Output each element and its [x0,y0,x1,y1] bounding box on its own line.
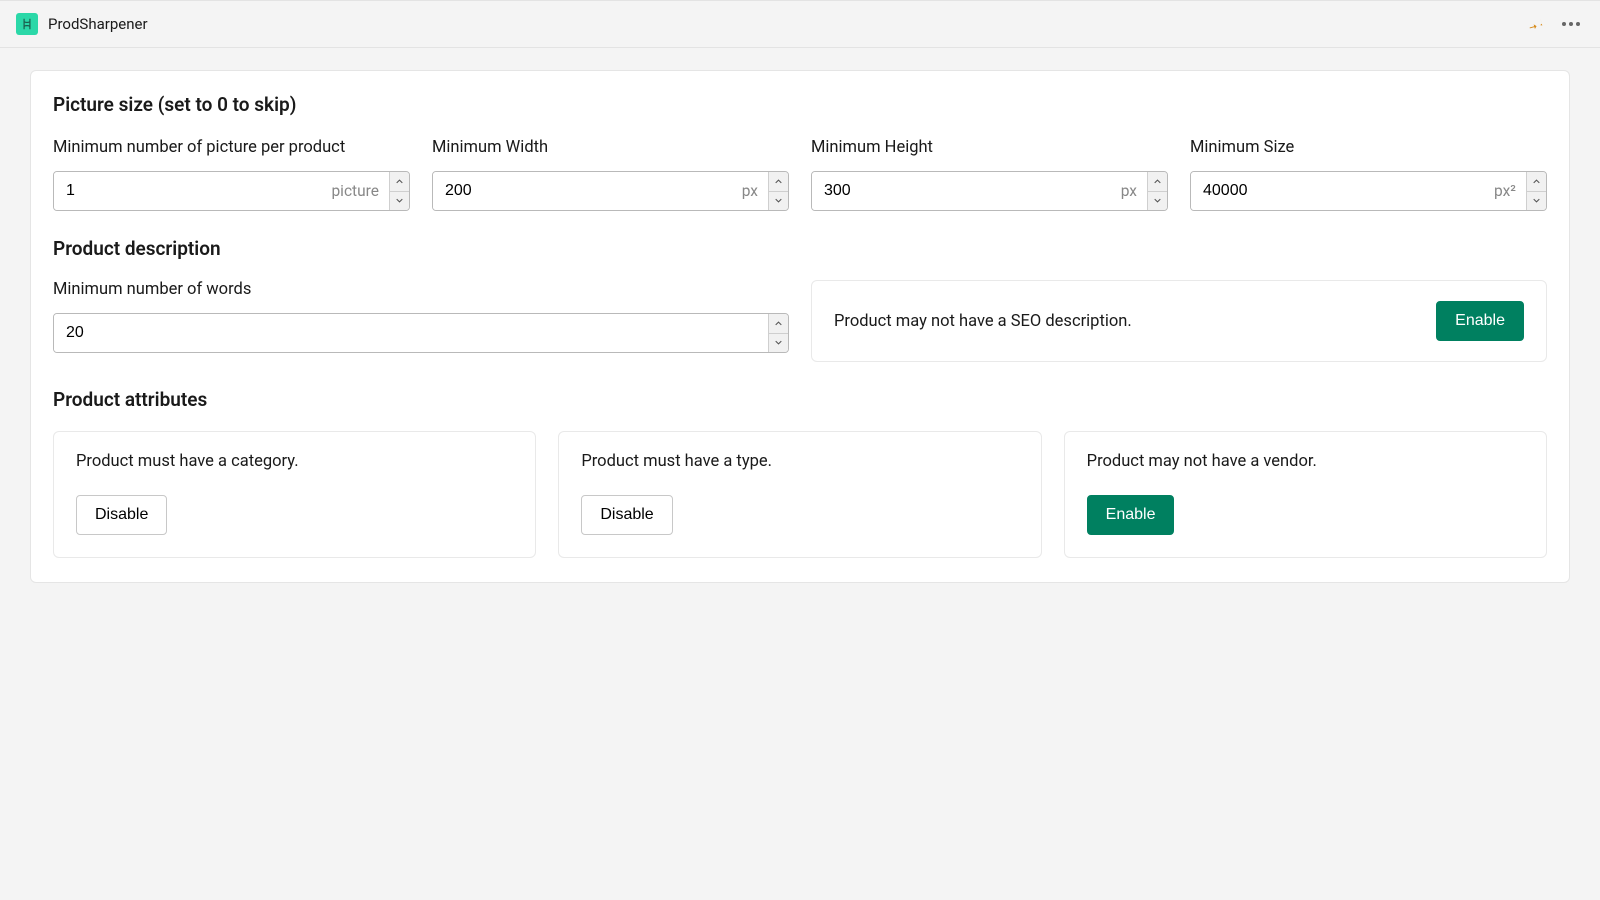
stepper-down-icon[interactable] [769,334,788,353]
min-height-label: Minimum Height [811,138,1168,157]
picture-section-title: Picture size (set to 0 to skip) [53,93,1547,116]
seo-description-card: Product may not have a SEO description. … [811,280,1547,362]
stepper-up-icon[interactable] [1148,172,1167,192]
stepper-up-icon[interactable] [390,172,409,192]
stepper-down-icon[interactable] [1148,192,1167,211]
min-words-input[interactable] [54,314,768,352]
min-pictures-label: Minimum number of picture per product [53,138,410,157]
attribute-text-vendor: Product may not have a vendor. [1087,452,1524,471]
vendor-enable-button[interactable]: Enable [1087,495,1175,535]
min-pictures-input-wrap: picture [53,171,410,211]
stepper-up-icon[interactable] [769,172,788,192]
min-pictures-spinner [389,172,409,210]
stepper-down-icon[interactable] [769,192,788,211]
stepper-up-icon[interactable] [769,314,788,334]
stepper-up-icon[interactable] [1527,172,1546,192]
settings-card: Picture size (set to 0 to skip) Minimum … [30,70,1570,583]
min-pictures-input[interactable] [54,172,331,210]
attribute-text-category: Product must have a category. [76,452,513,471]
attribute-text-type: Product must have a type. [581,452,1018,471]
type-disable-button[interactable]: Disable [581,495,672,535]
min-height-suffix: px [1121,172,1147,210]
description-section-title: Product description [53,237,1547,260]
min-size-suffix: px² [1494,172,1526,210]
min-size-label: Minimum Size [1190,138,1547,157]
min-width-suffix: px [742,172,768,210]
min-pictures-suffix: picture [331,172,389,210]
app-title: ProdSharpener [48,15,148,33]
app-logo-icon [16,13,38,35]
min-size-input[interactable] [1191,172,1494,210]
more-icon[interactable] [1558,18,1584,30]
min-height-input[interactable] [812,172,1121,210]
min-width-label: Minimum Width [432,138,789,157]
min-words-label: Minimum number of words [53,280,789,299]
attributes-section-title: Product attributes [53,388,1547,411]
category-disable-button[interactable]: Disable [76,495,167,535]
min-width-input[interactable] [433,172,742,210]
app-header: ProdSharpener [0,0,1600,48]
stepper-down-icon[interactable] [1527,192,1546,211]
pin-icon[interactable] [1528,15,1546,33]
stepper-down-icon[interactable] [390,192,409,211]
seo-enable-button[interactable]: Enable [1436,301,1524,341]
attribute-card-category: Product must have a category. Disable [53,431,536,558]
seo-description-text: Product may not have a SEO description. [834,312,1132,331]
attribute-card-vendor: Product may not have a vendor. Enable [1064,431,1547,558]
attribute-card-type: Product must have a type. Disable [558,431,1041,558]
